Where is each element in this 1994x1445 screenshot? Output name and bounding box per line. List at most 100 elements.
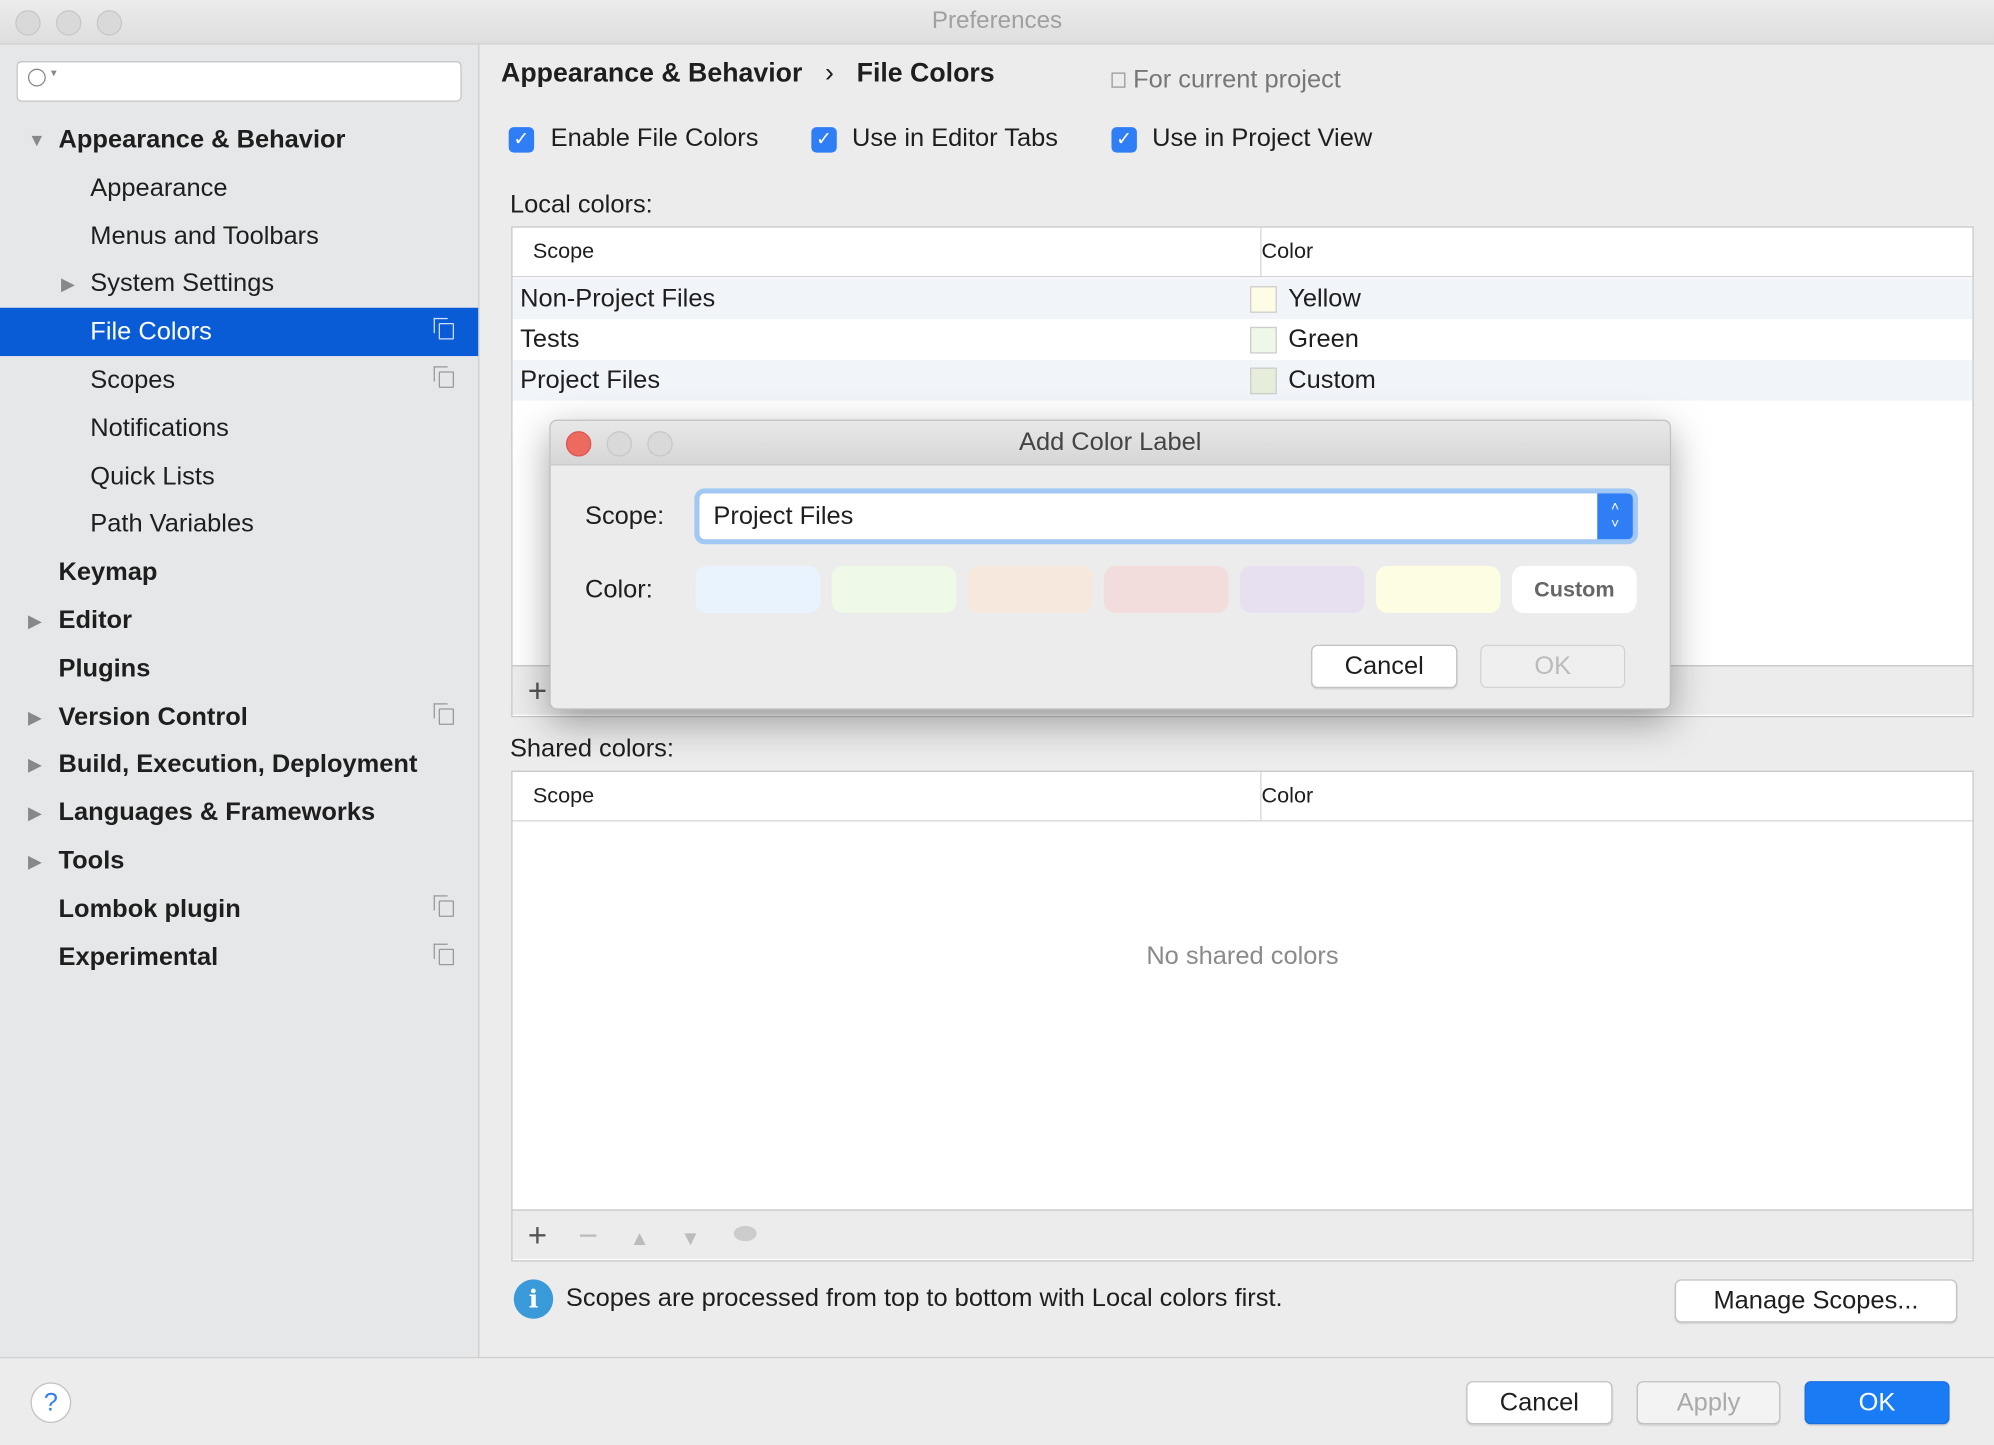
chevron-down-icon: ▾ (50, 66, 57, 79)
dialog-minimize-button[interactable] (606, 431, 633, 457)
sidebar-item-label: Languages & Frameworks (58, 798, 376, 827)
search-input[interactable]: ▾ (16, 61, 462, 102)
sidebar-item-label: Keymap (58, 558, 158, 587)
minimize-window-button[interactable] (55, 10, 82, 36)
add-icon[interactable]: + (528, 1218, 547, 1251)
table-row[interactable]: Tests Green (512, 319, 1972, 360)
remove-icon[interactable]: − (579, 1218, 598, 1251)
hide-eye-icon[interactable] (733, 1225, 757, 1242)
column-header-scope[interactable]: Scope (512, 771, 1262, 822)
add-icon[interactable]: + (528, 674, 547, 707)
color-swatch (1250, 286, 1277, 313)
collapsed-arrow-icon[interactable]: ▶ (28, 789, 42, 837)
breadcrumb-parent[interactable]: Appearance & Behavior (501, 58, 802, 87)
column-header-color[interactable]: Color (1241, 772, 1973, 822)
use-in-editor-tabs-checkbox[interactable]: ✓ (811, 127, 837, 153)
sidebar-item-quick-lists[interactable]: Quick Lists (0, 452, 478, 500)
apply-button[interactable]: Apply (1636, 1381, 1781, 1425)
info-icon: i (513, 1279, 554, 1319)
sidebar-item-scopes[interactable]: Scopes (0, 356, 478, 404)
sidebar-item-experimental[interactable]: Experimental (0, 933, 478, 981)
sidebar-item-plugins[interactable]: Plugins (0, 644, 478, 692)
ok-button[interactable]: OK (1804, 1381, 1950, 1425)
sidebar-item-editor[interactable]: ▶ Editor (0, 596, 478, 644)
scope-cell: Non-Project Files (520, 284, 716, 313)
column-header-scope[interactable]: Scope (512, 227, 1262, 278)
use-in-project-view-checkbox[interactable]: ✓ (1111, 127, 1137, 153)
move-up-icon[interactable]: ▲ (629, 1223, 649, 1256)
color-option-yellow[interactable] (1375, 565, 1501, 613)
collapsed-arrow-icon[interactable]: ▶ (61, 260, 75, 308)
color-cell: Green (1288, 325, 1359, 354)
color-option-violet[interactable] (1239, 565, 1365, 613)
sidebar-item-languages-frameworks[interactable]: ▶ Languages & Frameworks (0, 789, 478, 837)
table-row[interactable]: Non-Project Files Yellow (512, 278, 1973, 320)
column-header-color[interactable]: Color (1241, 228, 1973, 278)
sidebar-item-tools[interactable]: ▶ Tools (0, 837, 478, 885)
sidebar-item-label: Version Control (58, 702, 248, 731)
dialog-zoom-button[interactable] (647, 431, 673, 457)
enable-file-colors-label: Enable File Colors (550, 124, 759, 153)
sidebar-item-label: Experimental (58, 943, 219, 972)
sidebar-item-label: Appearance (90, 173, 228, 202)
scope-select-value: Project Files (713, 502, 854, 531)
sidebar-item-label: System Settings (90, 270, 275, 299)
sidebar-item-keymap[interactable]: Keymap (0, 548, 478, 596)
breadcrumb-separator: › (825, 58, 834, 88)
sidebar-item-file-colors[interactable]: File Colors (0, 307, 479, 357)
enable-file-colors-checkbox[interactable]: ✓ (508, 127, 535, 153)
color-cell: Custom (1288, 366, 1376, 395)
scope-cell: Project Files (520, 366, 661, 395)
sidebar-item-version-control[interactable]: ▶ Version Control (0, 693, 478, 741)
sidebar-item-label: Path Variables (90, 510, 254, 539)
dialog-cancel-button[interactable]: Cancel (1311, 644, 1458, 688)
sidebar-item-menus-and-toolbars[interactable]: Menus and Toolbars (0, 212, 478, 260)
sidebar-item-path-variables[interactable]: Path Variables (0, 500, 478, 548)
color-label: Color: (584, 576, 653, 605)
color-option-blue[interactable] (695, 565, 821, 613)
use-in-editor-tabs-label: Use in Editor Tabs (852, 124, 1058, 153)
sidebar-item-lombok-plugin[interactable]: Lombok plugin (0, 885, 478, 933)
project-level-icon (433, 318, 454, 340)
collapsed-arrow-icon[interactable]: ▶ (28, 741, 42, 789)
scope-note-text: For current project (1133, 66, 1341, 95)
color-option-rose[interactable] (1103, 565, 1229, 613)
help-button[interactable]: ? (30, 1382, 72, 1424)
sidebar-item-appearance-behavior[interactable]: ▼ Appearance & Behavior (0, 116, 478, 164)
dialog-title: Add Color Label (1018, 428, 1202, 457)
expanded-arrow-icon[interactable]: ▼ (28, 116, 46, 164)
sidebar-item-label: Appearance & Behavior (58, 125, 346, 154)
project-level-icon (433, 702, 454, 725)
manage-scopes-button[interactable]: Manage Scopes... (1674, 1279, 1958, 1323)
collapsed-arrow-icon[interactable]: ▶ (28, 693, 42, 741)
sidebar-item-build-execution-deployment[interactable]: ▶ Build, Execution, Deployment (0, 741, 478, 789)
collapsed-arrow-icon[interactable]: ▶ (28, 596, 42, 644)
color-swatch (1250, 326, 1277, 354)
color-cell: Yellow (1288, 284, 1361, 313)
breadcrumb: Appearance & Behavior › File Colors (501, 58, 995, 89)
cancel-button[interactable]: Cancel (1466, 1381, 1613, 1425)
zoom-window-button[interactable] (96, 10, 123, 36)
dialog-ok-button[interactable]: OK (1480, 644, 1626, 688)
color-option-orange[interactable] (967, 565, 1093, 613)
info-text: Scopes are processed from top to bottom … (565, 1284, 1283, 1313)
sidebar-item-label: Tools (58, 846, 125, 875)
sidebar-item-notifications[interactable]: Notifications (0, 404, 478, 452)
sidebar-item-appearance[interactable]: Appearance (0, 164, 478, 212)
scope-select[interactable]: Project Files ˄ ˅ (698, 492, 1635, 541)
scope-note: For current project (1111, 66, 1341, 95)
shared-colors-toolbar: + − ▲ ▼ (512, 1209, 1973, 1259)
window-title: Preferences (931, 7, 1063, 35)
move-down-icon[interactable]: ▼ (680, 1223, 700, 1256)
close-window-button[interactable] (15, 10, 41, 36)
scope-label: Scope: (584, 502, 665, 531)
collapsed-arrow-icon[interactable]: ▶ (28, 837, 42, 885)
custom-color-button[interactable]: Custom (1512, 565, 1637, 613)
copy-icon (1111, 72, 1126, 88)
checkmark-icon: ✓ (508, 127, 535, 153)
sidebar-item-system-settings[interactable]: ▶ System Settings (0, 260, 478, 308)
color-option-green[interactable] (831, 565, 957, 613)
table-row[interactable]: Project Files Custom (512, 359, 1973, 401)
dialog-close-button[interactable] (565, 431, 592, 457)
sidebar-item-label: Build, Execution, Deployment (58, 750, 418, 779)
